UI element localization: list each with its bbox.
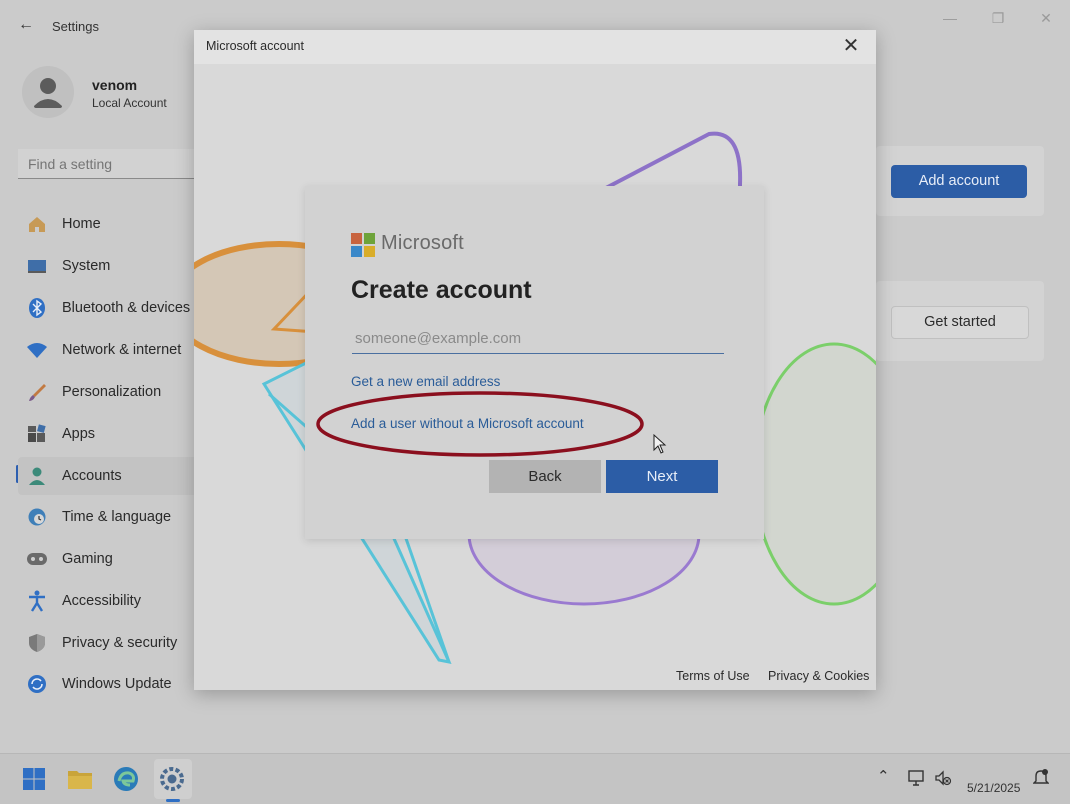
edge-icon[interactable] (112, 765, 140, 793)
user-name: venom (92, 77, 138, 93)
avatar[interactable] (22, 66, 74, 118)
get-new-email-link[interactable]: Get a new email address (351, 374, 500, 389)
nav-label: Network & internet (62, 342, 182, 358)
terms-link[interactable]: Terms of Use (676, 669, 750, 683)
file-explorer-icon[interactable] (66, 765, 94, 793)
nav-label: Bluetooth & devices (62, 300, 191, 316)
nav-label: Accounts (62, 468, 122, 484)
back-button[interactable]: Back (489, 460, 601, 493)
clock-date[interactable]: 5/21/2025 (967, 781, 1020, 795)
back-arrow-icon[interactable]: ← (18, 16, 34, 36)
mouse-cursor-icon (653, 434, 667, 454)
nav-item-gaming[interactable]: Gaming (18, 540, 198, 578)
wifi-icon (26, 339, 48, 361)
settings-icon[interactable] (158, 765, 186, 793)
accessibility-icon (26, 590, 48, 612)
gamepad-icon (26, 548, 48, 570)
nav-item-time-language[interactable]: Time & language (18, 498, 198, 536)
get-started-button[interactable]: Get started (891, 306, 1029, 339)
chevron-up-icon[interactable]: ⌃ (877, 767, 890, 785)
nav-item-accounts[interactable]: Accounts (18, 457, 198, 495)
nav-label: Time & language (62, 509, 172, 525)
nav-item-bluetooth[interactable]: Bluetooth & devices (18, 289, 198, 327)
nav-item-privacy[interactable]: Privacy & security (18, 624, 198, 662)
account-type: Local Account (92, 96, 167, 110)
update-icon (26, 673, 48, 695)
annotation-ellipse (316, 391, 644, 457)
privacy-link[interactable]: Privacy & Cookies (768, 669, 869, 683)
dialog-title: Microsoft account (206, 39, 304, 53)
find-setting-input[interactable] (18, 149, 204, 179)
email-field[interactable] (352, 323, 724, 354)
nav-label: Personalization (62, 384, 162, 400)
nav-label: Home (62, 216, 101, 232)
minimize-icon[interactable]: — (940, 8, 960, 28)
create-account-card: Microsoft Create account Get a new email… (305, 186, 764, 539)
nav-item-apps[interactable]: Apps (18, 415, 198, 453)
apps-icon (26, 423, 48, 445)
active-app-indicator (166, 799, 180, 802)
start-icon[interactable] (20, 765, 48, 793)
nav-item-network[interactable]: Network & internet (18, 331, 198, 369)
nav-item-home[interactable]: Home (18, 205, 198, 243)
next-button[interactable]: Next (606, 460, 718, 493)
nav-label: Windows Update (62, 676, 172, 692)
system-icon (26, 255, 48, 277)
nav-label: Apps (62, 426, 96, 442)
nav-label: System (62, 258, 111, 274)
taskbar: ⌃ 5/21/2025 (0, 753, 1070, 804)
shield-icon (26, 632, 48, 654)
user-silhouette-icon (34, 78, 62, 108)
volume-muted-icon[interactable] (934, 769, 952, 787)
microsoft-logo-icon (351, 233, 375, 257)
window-title: Settings (52, 19, 99, 34)
bluetooth-icon (26, 297, 48, 319)
microsoft-brand: Microsoft (381, 232, 464, 254)
restore-icon[interactable]: ❐ (988, 8, 1008, 28)
page-title: Create account (351, 276, 532, 304)
brush-icon (26, 381, 48, 403)
nav-label: Accessibility (62, 593, 141, 609)
nav-item-accessibility[interactable]: Accessibility (18, 582, 198, 620)
network-icon[interactable] (907, 769, 925, 787)
globe-clock-icon (26, 506, 48, 528)
nav-label: Gaming (62, 551, 113, 567)
add-account-button[interactable]: Add account (891, 165, 1027, 198)
nav-label: Privacy & security (62, 635, 178, 651)
close-window-icon[interactable]: ✕ (1036, 8, 1056, 28)
home-icon (26, 213, 48, 235)
nav-item-windows-update[interactable]: Windows Update (18, 665, 198, 703)
notification-bell-icon[interactable] (1033, 768, 1049, 786)
close-icon[interactable]: ✕ (840, 35, 862, 57)
nav-item-personalization[interactable]: Personalization (18, 373, 198, 411)
nav-item-system[interactable]: System (18, 247, 198, 285)
accounts-icon (26, 465, 48, 487)
